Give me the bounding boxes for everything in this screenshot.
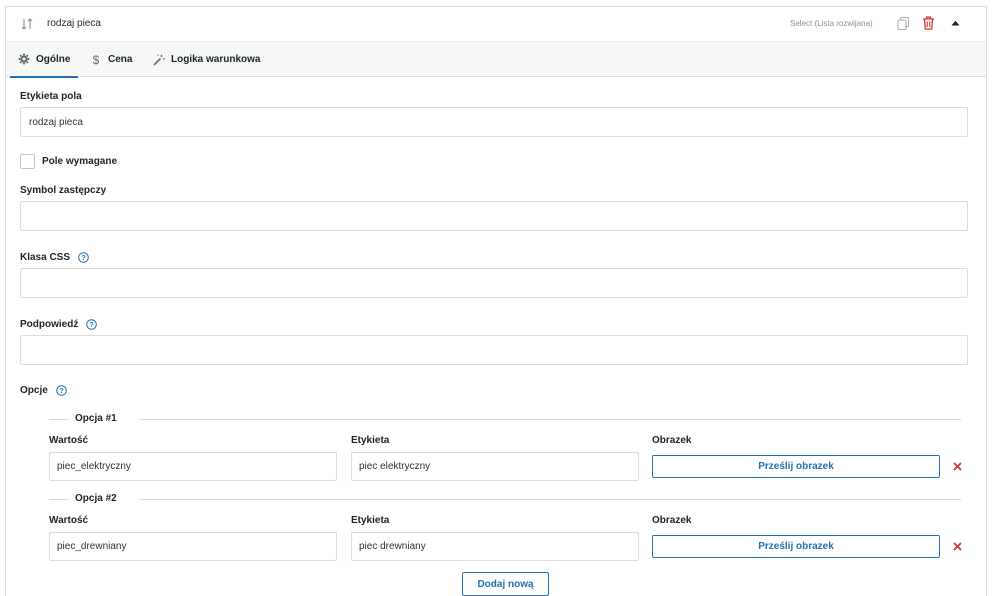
upload-image-button[interactable]: Prześlij obrazek xyxy=(652,455,940,478)
options-caption: Opcje ? xyxy=(20,385,67,396)
option-value-input[interactable] xyxy=(49,452,337,481)
option-label-input[interactable] xyxy=(351,532,639,561)
required-row: Pole wymagane xyxy=(20,154,117,169)
option-legend: Opcja #2 xyxy=(49,493,961,505)
tooltip-label: Podpowiedź xyxy=(20,319,79,330)
required-checkbox[interactable] xyxy=(20,154,35,169)
remove-option-icon[interactable] xyxy=(953,462,962,471)
svg-text:?: ? xyxy=(81,253,86,262)
options-label: Opcje xyxy=(20,385,48,396)
placeholder-caption: Symbol zastępczy xyxy=(20,185,106,196)
add-option-button[interactable]: Dodaj nową xyxy=(462,572,549,596)
field-label-caption: Etykieta pola xyxy=(20,91,82,102)
option-legend-text: Opcja #2 xyxy=(71,493,121,504)
option-value-label: Wartość xyxy=(49,515,89,526)
option-value-label: Wartość xyxy=(49,435,89,446)
field-panel: rodzaj pieca Select (Lista rozwijana) Og… xyxy=(5,6,987,596)
svg-text:?: ? xyxy=(59,386,64,395)
collapse-arrow-icon[interactable] xyxy=(951,20,960,26)
tooltip-caption: Podpowiedź ? xyxy=(20,319,98,330)
option-legend: Opcja #1 xyxy=(49,413,961,425)
option-image-label: Obrazek xyxy=(652,515,692,526)
tab-price-label: Cena xyxy=(108,54,133,65)
option-label-label: Etykieta xyxy=(351,435,390,446)
svg-text:?: ? xyxy=(90,320,95,329)
option-legend-text: Opcja #1 xyxy=(71,413,121,424)
option-label-input[interactable] xyxy=(351,452,639,481)
option-image-label: Obrazek xyxy=(652,435,692,446)
gear-icon xyxy=(18,53,30,65)
tab-general-label: Ogólne xyxy=(36,53,71,65)
help-icon[interactable]: ? xyxy=(55,385,67,396)
scrollbar[interactable] xyxy=(992,0,1000,596)
help-icon[interactable]: ? xyxy=(86,319,98,330)
css-class-label: Klasa CSS xyxy=(20,252,71,263)
upload-image-button[interactable]: Prześlij obrazek xyxy=(652,535,940,558)
tooltip-input[interactable] xyxy=(20,335,968,365)
field-type-label: Select (Lista rozwijana) xyxy=(790,19,873,28)
dollar-icon: $ xyxy=(92,52,100,67)
magic-wand-icon xyxy=(153,54,165,66)
placeholder-input[interactable] xyxy=(20,201,968,231)
option-value-input[interactable] xyxy=(49,532,337,561)
tab-price[interactable]: $ Cena xyxy=(90,42,133,77)
tab-general[interactable]: Ogólne xyxy=(10,42,79,78)
duplicate-icon[interactable] xyxy=(897,17,910,30)
field-title: rodzaj pieca xyxy=(47,18,101,29)
tab-conditional-logic[interactable]: Logika warunkowa xyxy=(153,42,260,77)
css-class-input[interactable] xyxy=(20,268,968,298)
trash-icon[interactable] xyxy=(922,16,935,30)
tab-conditional-logic-label: Logika warunkowa xyxy=(171,54,261,65)
option-label-label: Etykieta xyxy=(351,515,390,526)
tab-bar: Ogólne $ Cena Logika warunkowa xyxy=(6,41,986,78)
placeholder-label: Symbol zastępczy xyxy=(20,185,107,196)
css-class-caption: Klasa CSS ? xyxy=(20,252,89,263)
help-icon[interactable]: ? xyxy=(78,252,89,263)
field-header[interactable]: rodzaj pieca Select (Lista rozwijana) xyxy=(6,7,986,41)
remove-option-icon[interactable] xyxy=(953,542,962,551)
sort-icon[interactable] xyxy=(20,17,34,31)
field-label-text: Etykieta pola xyxy=(20,91,82,102)
field-label-input[interactable] xyxy=(20,107,968,137)
required-label: Pole wymagane xyxy=(42,156,118,167)
